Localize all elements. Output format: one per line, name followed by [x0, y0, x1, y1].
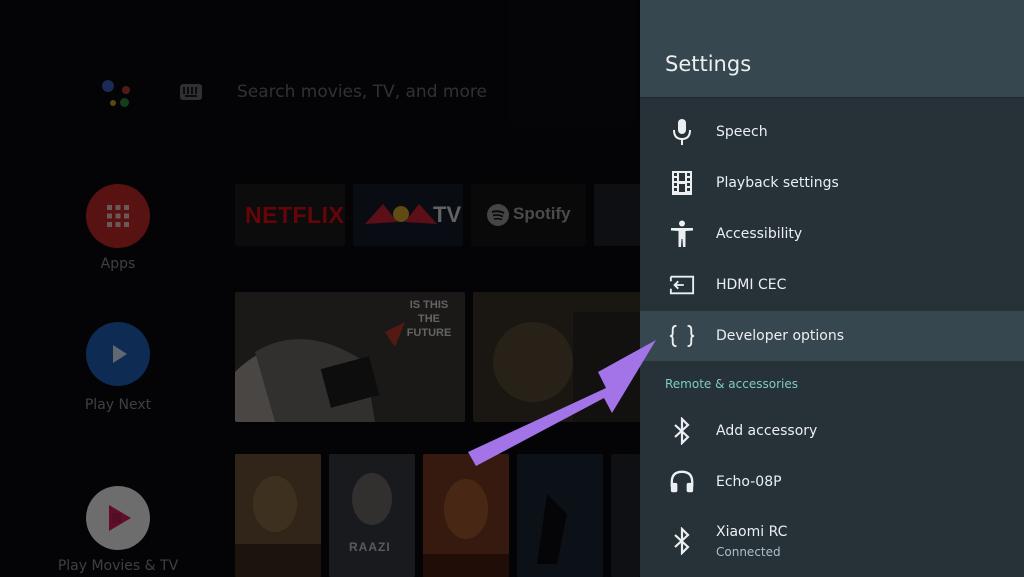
video-thumbnail	[473, 292, 640, 422]
settings-item-playback[interactable]: Playback settings	[640, 158, 1024, 208]
input-icon	[669, 271, 695, 299]
apps-button[interactable]	[86, 184, 150, 248]
settings-item-label: Playback settings	[716, 175, 839, 191]
netflix-logo: NETFLIX	[245, 202, 345, 228]
settings-item-xiaomi-rc[interactable]: Xiaomi RC Connected	[640, 516, 1024, 566]
movie-tile-3[interactable]	[423, 454, 509, 577]
settings-item-label: HDMI CEC	[716, 277, 787, 293]
redbull-tv-tile[interactable]: TV	[353, 184, 463, 246]
settings-item-echo[interactable]: Echo-08P	[640, 457, 1024, 507]
settings-panel: Settings Speech Playback settings Access…	[640, 0, 1024, 577]
apps-label: Apps	[100, 256, 136, 272]
play-next-tile-future[interactable]: IS THIS THE FUTURE	[235, 292, 465, 422]
movie-poster	[329, 454, 415, 577]
settings-item-label: Add accessory	[716, 423, 818, 439]
section-header-remote: Remote & accessories	[665, 377, 798, 391]
netflix-tile[interactable]: NETFLIX	[235, 184, 345, 246]
settings-item-label: Developer options	[716, 328, 845, 344]
play-movies-button[interactable]	[86, 486, 150, 550]
thumbnail-banner-text: IS THIS THE FUTURE	[406, 299, 452, 339]
braces-icon	[669, 322, 695, 350]
launcher-background: Search movies, TV, and more Apps Play Ne…	[0, 0, 640, 577]
play-next-button[interactable]	[86, 322, 150, 386]
grid-icon	[107, 205, 129, 227]
play-next-tile-2[interactable]	[473, 292, 640, 422]
settings-item-add-accessory[interactable]: Add accessory	[640, 406, 1024, 456]
settings-item-developer-options[interactable]: Developer options	[640, 311, 1024, 361]
play-icon	[113, 345, 127, 363]
settings-item-speech[interactable]: Speech	[640, 107, 1024, 157]
redbull-tv-label: TV	[433, 202, 462, 227]
raazi-title: RAAZI	[349, 540, 391, 554]
bluetooth-icon	[669, 527, 695, 555]
spotify-tile[interactable]: Spotify	[471, 184, 586, 246]
movie-poster	[235, 454, 321, 577]
settings-header: Settings	[640, 0, 1024, 98]
microphone-icon	[669, 118, 695, 146]
headphones-icon	[669, 468, 695, 496]
keyboard-icon[interactable]	[180, 84, 202, 100]
settings-item-label: Xiaomi RC	[716, 523, 788, 540]
movie-tile-1[interactable]	[235, 454, 321, 577]
app-tile-partial[interactable]	[594, 184, 640, 246]
settings-item-hdmi-cec[interactable]: HDMI CEC	[640, 260, 1024, 310]
spotify-icon	[487, 204, 509, 226]
settings-item-label: Speech	[716, 124, 768, 140]
bluetooth-icon	[669, 417, 695, 445]
settings-item-label: Echo-08P	[716, 474, 782, 490]
play-movies-icon	[109, 505, 131, 531]
settings-item-label: Accessibility	[716, 226, 803, 242]
settings-item-status: Connected	[716, 544, 781, 559]
film-icon	[669, 169, 695, 197]
search-input[interactable]: Search movies, TV, and more	[237, 82, 487, 102]
play-next-label: Play Next	[84, 397, 152, 413]
play-movies-label: Play Movies & TV	[57, 558, 179, 574]
movie-tile-partial[interactable]	[611, 454, 640, 577]
accessibility-icon	[669, 220, 695, 248]
settings-title: Settings	[665, 52, 752, 76]
spotify-label: Spotify	[513, 204, 571, 223]
movie-poster	[517, 454, 603, 577]
movie-tile-raazi[interactable]: RAAZI	[329, 454, 415, 577]
movie-tile-4[interactable]	[517, 454, 603, 577]
settings-item-accessibility[interactable]: Accessibility	[640, 209, 1024, 259]
google-assistant-icon[interactable]	[100, 76, 136, 112]
movie-poster	[423, 454, 509, 577]
